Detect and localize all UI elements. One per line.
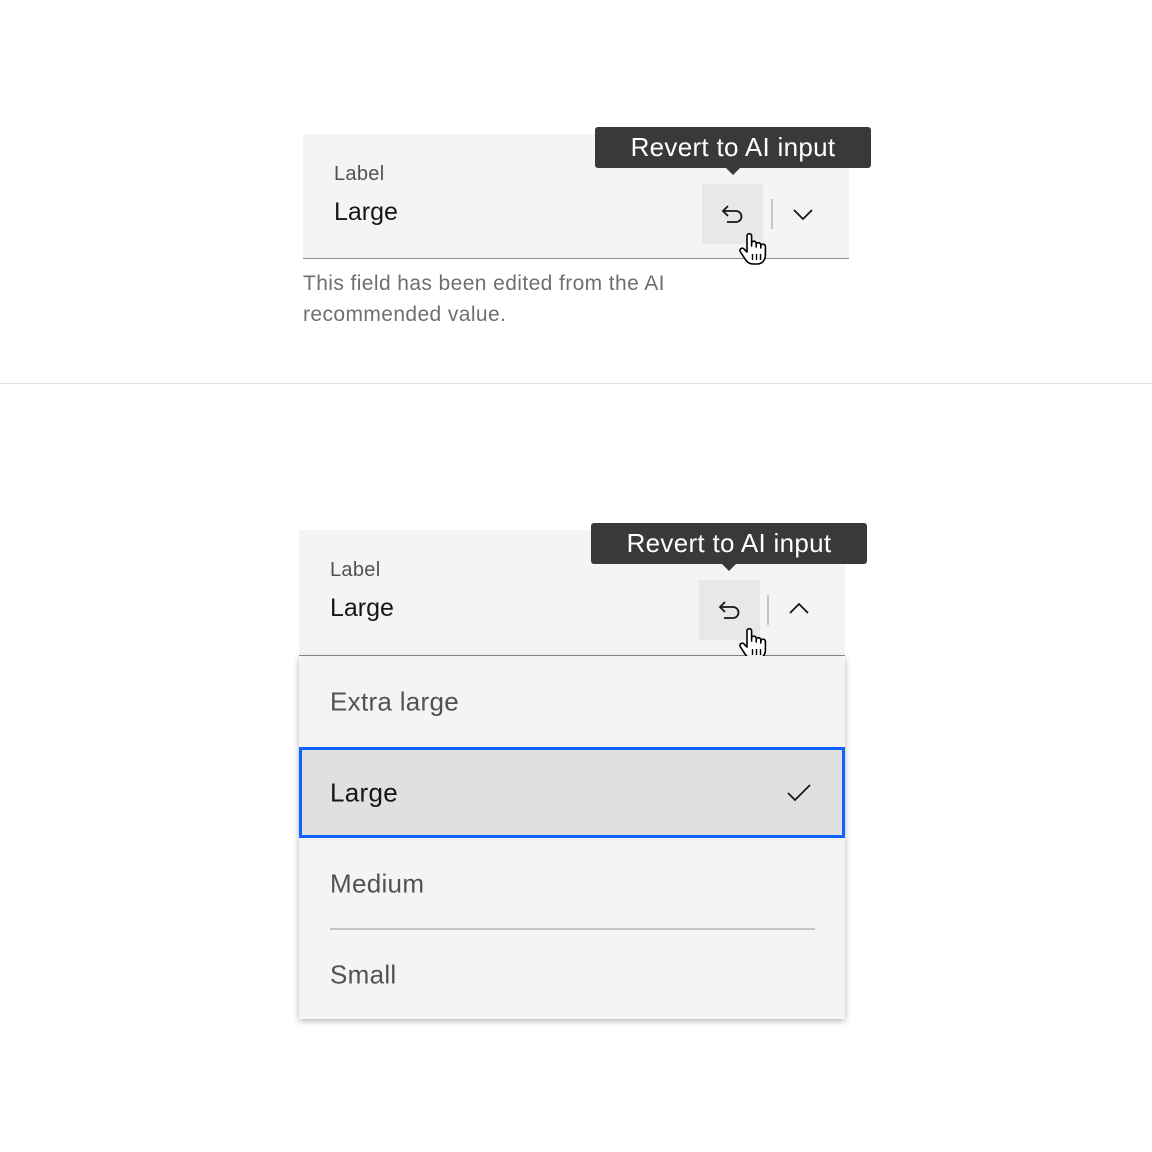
button-separator [767,595,769,625]
chevron-up-icon [789,602,809,614]
field-label: Label [334,163,385,185]
undo-arrow-icon [718,601,739,619]
tooltip-text: Revert to AI input [626,528,832,558]
tooltip-caret [726,168,740,175]
checkmark-icon [787,783,811,801]
chevron-down-icon [793,209,813,221]
field-label: Label [330,559,381,581]
section-divider [0,383,1152,384]
menu-option[interactable]: Small [299,929,845,1020]
option-label: Small [330,959,397,989]
option-label: Extra large [330,686,460,716]
dropdown-menu: Extra large Large Medium Small [299,656,845,1019]
helper-text: This field has been edited from the AI r… [303,272,665,326]
tooltip-text: Revert to AI input [630,132,836,162]
dropdown-toggle[interactable] [791,202,815,226]
field-value: Large [334,198,398,226]
field-value: Large [330,594,394,622]
tooltip-caret [722,564,736,571]
menu-option[interactable]: Extra large [299,656,845,747]
option-label: Large [330,777,398,807]
button-separator [771,199,773,229]
pointer-hand-cursor-icon [739,232,767,265]
tooltip: Revert to AI input [591,523,867,571]
undo-arrow-icon [721,205,742,223]
tooltip: Revert to AI input [595,127,871,175]
dropdown-toggle[interactable] [787,597,811,621]
option-label: Medium [330,868,425,898]
menu-option[interactable]: Medium [299,838,845,929]
menu-option-selected[interactable]: Large [299,747,845,838]
